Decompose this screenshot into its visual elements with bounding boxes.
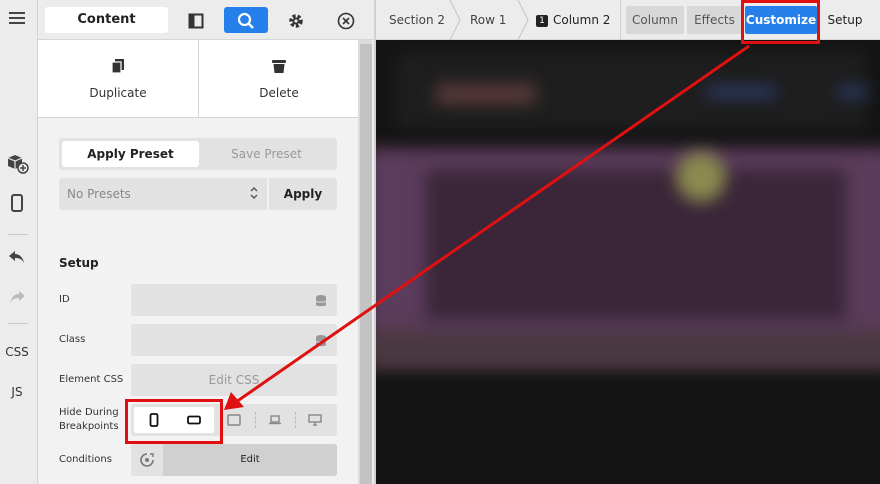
conditions-edit-button[interactable]: Edit	[163, 444, 337, 476]
preview-logo	[436, 84, 536, 104]
hide-breakpoints-label-1: Hide During	[59, 407, 119, 418]
breadcrumb-section[interactable]: Section 2	[389, 0, 445, 40]
preset-select[interactable]: No Presets	[59, 178, 267, 210]
undo-icon[interactable]	[0, 249, 34, 269]
rail-divider	[8, 323, 28, 324]
annotation-highlight-customize	[741, 0, 820, 44]
apply-button[interactable]: Apply	[269, 178, 337, 210]
apply-preset-tab[interactable]: Apply Preset	[62, 141, 199, 167]
preview-hero-image	[426, 170, 846, 320]
trash-icon	[199, 58, 359, 78]
select-chevron-icon	[249, 178, 259, 210]
setup-heading: Setup	[59, 256, 99, 270]
id-field[interactable]	[131, 284, 337, 316]
breadcrumb-chevron-icon	[449, 0, 461, 40]
left-rail: CSS JS	[0, 0, 38, 484]
edit-css-button[interactable]: Edit CSS	[131, 364, 337, 396]
tab-effects[interactable]: Effects	[687, 6, 742, 34]
preview-nav	[706, 86, 776, 98]
duplicate-icon	[38, 58, 198, 78]
delete-label: Delete	[259, 86, 299, 100]
gear-icon[interactable]	[274, 7, 318, 33]
search-icon[interactable]	[224, 7, 268, 33]
preview-band	[376, 330, 880, 370]
class-label: Class	[59, 334, 86, 345]
breakpoint-desktop-icon[interactable]	[295, 404, 335, 436]
annotation-highlight-breakpoints	[125, 399, 223, 444]
database-icon	[315, 333, 327, 352]
duplicate-label: Duplicate	[89, 86, 147, 100]
id-label: ID	[59, 294, 70, 305]
edit-css-label: Edit CSS	[208, 373, 260, 387]
breadcrumb-row[interactable]: Row 1	[470, 0, 506, 40]
hamburger-menu-icon[interactable]	[0, 10, 34, 30]
conditions-label: Conditions	[59, 454, 112, 465]
breadcrumb-divider	[620, 0, 621, 40]
element-css-label: Element CSS	[59, 374, 124, 385]
close-icon[interactable]	[324, 7, 368, 33]
conditions-icon-button[interactable]	[131, 444, 163, 476]
breadcrumb-column[interactable]: 1 Column 2	[536, 0, 610, 40]
breadcrumb-chevron-icon	[517, 0, 529, 40]
breakpoint-laptop-icon[interactable]	[255, 404, 295, 436]
preset-select-value: No Presets	[67, 187, 131, 201]
panel-scrollbar-thumb[interactable]	[360, 44, 372, 484]
js-button[interactable]: JS	[0, 385, 34, 399]
hide-breakpoints-label-2: Breakpoints	[59, 421, 119, 432]
action-bar: Duplicate Delete	[38, 40, 358, 118]
duplicate-button[interactable]: Duplicate	[38, 40, 198, 118]
database-icon	[315, 293, 327, 312]
page-preview[interactable]	[376, 40, 880, 484]
tab-setup[interactable]: Setup	[820, 6, 870, 34]
builder-ui: CSS JS Content Duplicate Delete Apply Pr…	[0, 0, 880, 484]
column-badge: 1	[536, 15, 548, 27]
redo-icon[interactable]	[0, 289, 34, 309]
css-button[interactable]: CSS	[0, 345, 34, 359]
preset-toggle: Apply Preset Save Preset	[59, 138, 337, 170]
save-preset-tab[interactable]: Save Preset	[199, 141, 334, 167]
mobile-preview-icon[interactable]	[0, 194, 34, 216]
panel-toolbar: Content	[38, 0, 375, 40]
breadcrumb-column-label: Column 2	[553, 13, 611, 27]
class-field[interactable]	[131, 324, 337, 356]
conditions-icon	[140, 453, 154, 467]
tab-column[interactable]: Column	[626, 6, 684, 34]
add-element-icon[interactable]	[0, 152, 34, 178]
delete-button[interactable]: Delete	[199, 40, 359, 118]
content-tab[interactable]: Content	[45, 7, 168, 33]
layout-toggle-icon[interactable]	[174, 7, 218, 33]
preview-hero-highlight	[676, 152, 726, 202]
rail-divider	[8, 234, 28, 235]
preview-nav	[838, 86, 868, 98]
